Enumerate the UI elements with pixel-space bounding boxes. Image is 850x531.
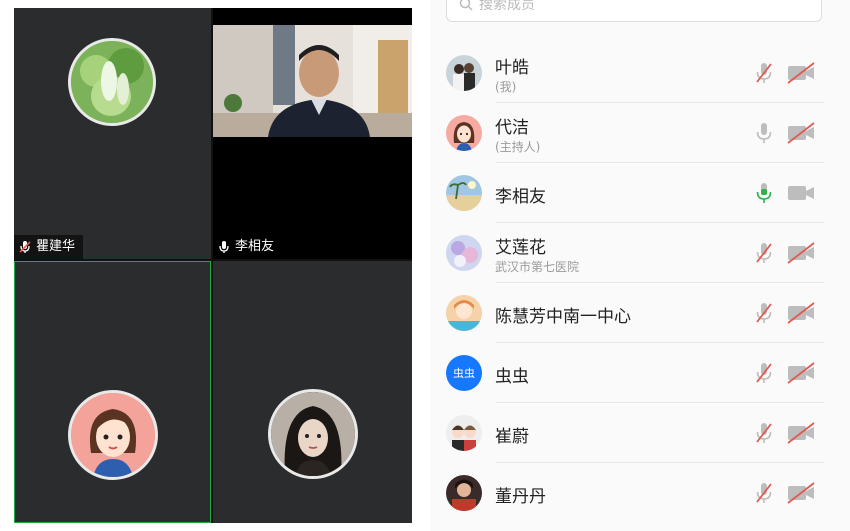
- avatar: 虫虫: [446, 355, 482, 391]
- video-tile-3[interactable]: [14, 261, 211, 523]
- mic-icon[interactable]: [754, 122, 774, 144]
- participant-note: (我): [495, 80, 517, 94]
- mic-muted-icon[interactable]: [754, 302, 774, 324]
- participant-name: 瞿建华: [36, 239, 76, 254]
- participant-row[interactable]: 董丹丹: [446, 463, 824, 523]
- avatar: [446, 175, 482, 211]
- camera-off-icon[interactable]: [786, 362, 816, 384]
- mic-speaking-icon[interactable]: [754, 182, 774, 204]
- participant-row[interactable]: 虫虫 虫虫: [446, 343, 824, 403]
- avatar: [446, 295, 482, 331]
- video-grid: 瞿建华 李相友: [14, 8, 412, 523]
- participant-row[interactable]: 李相友: [446, 163, 824, 223]
- participant-name: 董丹丹: [495, 487, 546, 507]
- participant-note: (主持人): [495, 140, 541, 154]
- camera-off-icon[interactable]: [786, 242, 816, 264]
- camera-off-icon[interactable]: [786, 122, 816, 144]
- participant-row[interactable]: 陈慧芳中南一中心: [446, 283, 824, 343]
- participant-row[interactable]: 艾莲花 武汉市第七医院: [446, 223, 824, 283]
- camera-off-icon[interactable]: [786, 482, 816, 504]
- mic-muted-icon[interactable]: [754, 422, 774, 444]
- participant-name: 叶皓: [495, 58, 529, 78]
- grid-divider: [14, 259, 412, 261]
- participant-name: 艾莲花: [495, 238, 546, 258]
- mic-muted-icon[interactable]: [754, 242, 774, 264]
- avatar: [446, 235, 482, 271]
- participant-row[interactable]: 叶皓 (我): [446, 43, 824, 103]
- avatar: [68, 390, 158, 480]
- camera-off-icon[interactable]: [786, 302, 816, 324]
- avatar: [446, 115, 482, 151]
- video-tile-4[interactable]: [213, 261, 412, 523]
- avatar: [268, 389, 358, 479]
- participant-panel: 搜索成员 叶皓 (我) 代洁 (主持人) 李相友 艾莲花 武汉市第七医院 陈慧芳…: [430, 0, 850, 531]
- camera-off-icon[interactable]: [786, 62, 816, 84]
- participant-row[interactable]: 代洁 (主持人): [446, 103, 824, 163]
- participant-name: 李相友: [495, 187, 546, 207]
- camera-on-icon[interactable]: [786, 182, 816, 204]
- avatar: [446, 415, 482, 451]
- search-input[interactable]: 搜索成员: [446, 0, 822, 22]
- name-tag: 瞿建华: [14, 235, 84, 259]
- avatar-initials: 虫虫: [453, 367, 475, 380]
- avatar: [446, 475, 482, 511]
- mic-icon: [219, 241, 229, 253]
- search-placeholder: 搜索成员: [479, 0, 535, 13]
- participant-name: 代洁: [495, 118, 529, 138]
- avatar: [446, 55, 482, 91]
- participant-note: 武汉市第七医院: [495, 260, 580, 274]
- participant-name: 崔蔚: [495, 427, 529, 447]
- mic-muted-icon[interactable]: [754, 482, 774, 504]
- avatar: [68, 38, 156, 126]
- participant-name: 虫虫: [495, 367, 529, 387]
- mic-muted-icon[interactable]: [754, 62, 774, 84]
- camera-feed: [213, 25, 412, 137]
- participant-name: 李相友: [235, 239, 275, 254]
- name-tag: 李相友: [213, 235, 282, 259]
- grid-divider: [211, 8, 213, 523]
- camera-off-icon[interactable]: [786, 422, 816, 444]
- mic-muted-icon: [19, 241, 31, 253]
- video-tile-2[interactable]: 李相友: [213, 8, 412, 259]
- video-tile-1[interactable]: 瞿建华: [14, 8, 211, 259]
- mic-muted-icon[interactable]: [754, 362, 774, 384]
- participant-row[interactable]: 崔蔚: [446, 403, 824, 463]
- participant-name: 陈慧芳中南一中心: [495, 307, 631, 327]
- search-icon: [459, 0, 473, 11]
